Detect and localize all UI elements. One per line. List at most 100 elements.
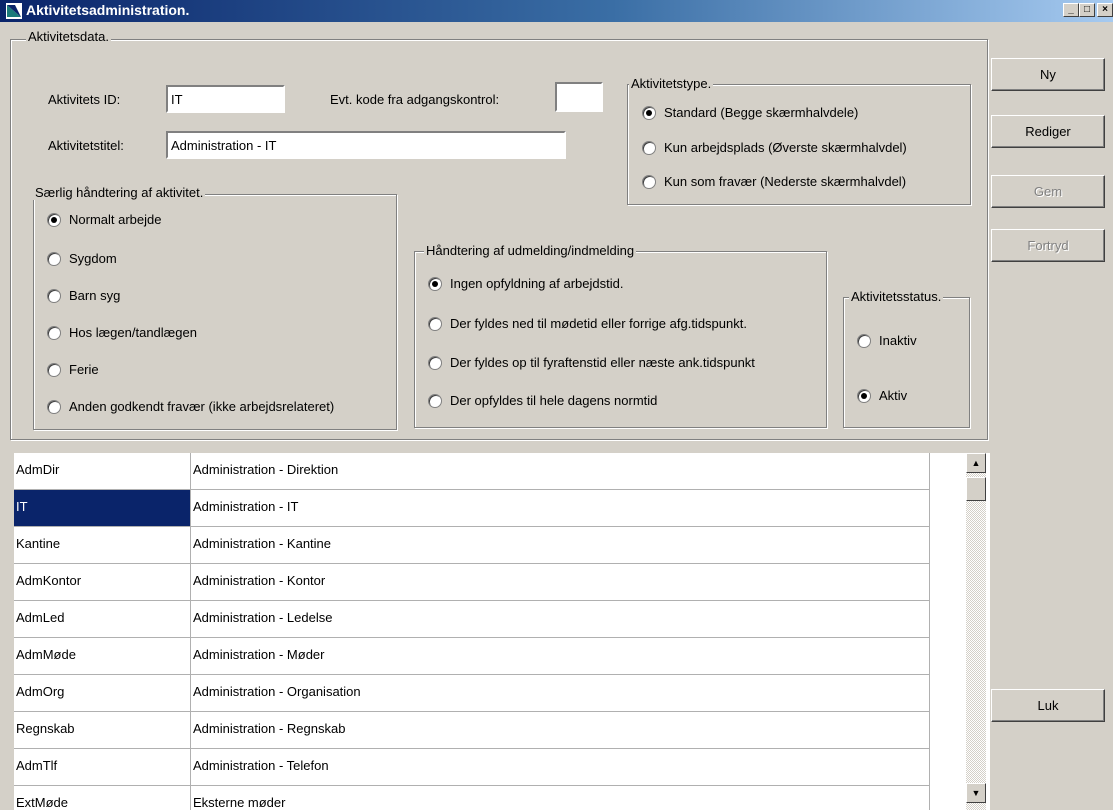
cell-code[interactable]: AdmTlf	[14, 749, 191, 786]
cell-code[interactable]: ExtMøde	[14, 786, 191, 810]
cell-title[interactable]: Administration - Direktion	[191, 453, 930, 490]
radio-indicator	[642, 174, 656, 189]
close-window-button[interactable]: ×	[1097, 3, 1113, 17]
title-bar: Aktivitetsadministration. _ □ ×	[0, 0, 1113, 22]
radio-indicator	[857, 388, 871, 403]
table-row[interactable]: AdmDir Administration - Direktion	[14, 453, 964, 490]
cell-title[interactable]: Administration - Kontor	[191, 564, 930, 601]
window-title: Aktivitetsadministration.	[26, 2, 190, 18]
radio-type-standard[interactable]: Standard (Begge skærmhalvdele)	[642, 105, 858, 120]
activity-status-legend: Aktivitetsstatus.	[849, 289, 944, 304]
radio-label: Kun arbejdsplads (Øverste skærmhalvdel)	[664, 140, 907, 155]
radio-status-inactive[interactable]: Inaktiv	[857, 333, 917, 348]
radio-label: Barn syg	[69, 288, 121, 303]
radio-indicator	[47, 288, 61, 303]
activity-type-legend: Aktivitetstype.	[629, 76, 714, 91]
radio-label: Sygdom	[69, 251, 117, 266]
table-row[interactable]: AdmLed Administration - Ledelse	[14, 601, 964, 638]
radio-label: Ingen opfyldning af arbejdstid.	[450, 276, 624, 291]
cell-code[interactable]: Kantine	[14, 527, 191, 564]
activity-title-label: Aktivitetstitel:	[48, 138, 124, 153]
radio-label: Hos lægen/tandlægen	[69, 325, 197, 340]
radio-type-workplace[interactable]: Kun arbejdsplads (Øverste skærmhalvdel)	[642, 140, 907, 155]
activity-grid[interactable]: AdmDir Administration - Direktion IT Adm…	[14, 453, 990, 810]
radio-indicator	[428, 355, 442, 370]
cell-code[interactable]: AdmKontor	[14, 564, 191, 601]
access-code-label: Evt. kode fra adgangskontrol:	[330, 92, 500, 107]
radio-type-absence[interactable]: Kun som fravær (Nederste skærmhalvdel)	[642, 174, 906, 189]
activity-title-input[interactable]	[166, 131, 566, 159]
radio-indicator	[428, 393, 442, 408]
table-row[interactable]: Kantine Administration - Kantine	[14, 527, 964, 564]
cell-title[interactable]: Administration - IT	[191, 490, 930, 527]
radio-label: Der fyldes op til fyraftenstid eller næs…	[450, 355, 755, 370]
cell-title[interactable]: Administration - Organisation	[191, 675, 930, 712]
cell-code[interactable]: AdmLed	[14, 601, 191, 638]
cell-code[interactable]: IT	[14, 490, 191, 527]
access-code-input[interactable]	[555, 82, 603, 112]
table-row[interactable]: ExtMøde Eksterne møder	[14, 786, 964, 810]
radio-label: Kun som fravær (Nederste skærmhalvdel)	[664, 174, 907, 189]
radio-label: Anden godkendt fravær (ikke arbejdsrelat…	[69, 399, 335, 414]
radio-status-active[interactable]: Aktiv	[857, 388, 907, 403]
radio-indicator	[47, 212, 61, 227]
radio-indicator	[857, 333, 871, 348]
scroll-down-icon[interactable]: ▼	[966, 783, 986, 803]
cell-title[interactable]: Administration - Regnskab	[191, 712, 930, 749]
radio-label: Normalt arbejde	[69, 212, 162, 227]
radio-no-fill[interactable]: Ingen opfyldning af arbejdstid.	[428, 276, 623, 291]
activity-data-legend: Aktivitetsdata.	[26, 29, 111, 44]
cell-code[interactable]: AdmOrg	[14, 675, 191, 712]
cancel-button[interactable]: Fortryd	[991, 229, 1105, 262]
scroll-thumb[interactable]	[966, 477, 986, 501]
radio-label: Aktiv	[879, 388, 908, 403]
edit-button[interactable]: Rediger	[991, 115, 1105, 148]
cell-title[interactable]: Administration - Telefon	[191, 749, 930, 786]
radio-indicator	[47, 399, 61, 414]
cell-code[interactable]: AdmDir	[14, 453, 191, 490]
radio-indicator	[47, 251, 61, 266]
special-handling-legend: Særlig håndtering af aktivitet.	[33, 185, 206, 200]
radio-fill-up[interactable]: Der fyldes op til fyraftenstid eller næs…	[428, 355, 755, 370]
cell-title[interactable]: Administration - Ledelse	[191, 601, 930, 638]
table-row[interactable]: AdmMøde Administration - Møder	[14, 638, 964, 675]
radio-label: Standard (Begge skærmhalvdele)	[664, 105, 859, 120]
table-row[interactable]: AdmKontor Administration - Kontor	[14, 564, 964, 601]
radio-label: Der fyldes ned til mødetid eller forrige…	[450, 316, 747, 331]
scroll-up-icon[interactable]: ▲	[966, 453, 986, 473]
close-button[interactable]: Luk	[991, 689, 1105, 722]
special-handling-group	[33, 194, 397, 430]
radio-doctor[interactable]: Hos lægen/tandlægen	[47, 325, 197, 340]
radio-holiday[interactable]: Ferie	[47, 362, 99, 377]
grid-scrollbar[interactable]: ▲ ▼	[966, 453, 986, 810]
cell-title[interactable]: Eksterne møder	[191, 786, 930, 810]
table-row[interactable]: Regnskab Administration - Regnskab	[14, 712, 964, 749]
cell-code[interactable]: Regnskab	[14, 712, 191, 749]
radio-other-absence[interactable]: Anden godkendt fravær (ikke arbejdsrelat…	[47, 399, 334, 414]
new-button[interactable]: Ny	[991, 58, 1105, 91]
radio-indicator	[47, 325, 61, 340]
save-button[interactable]: Gem	[991, 175, 1105, 208]
table-row[interactable]: IT Administration - IT	[14, 490, 964, 527]
activity-id-label: Aktivitets ID:	[48, 92, 121, 107]
minimize-button[interactable]: _	[1063, 3, 1079, 17]
radio-sickness[interactable]: Sygdom	[47, 251, 117, 266]
app-icon	[6, 3, 22, 19]
radio-indicator	[47, 362, 61, 377]
radio-label: Ferie	[69, 362, 99, 377]
cell-title[interactable]: Administration - Kantine	[191, 527, 930, 564]
maximize-button[interactable]: □	[1079, 3, 1095, 17]
radio-indicator	[642, 105, 656, 120]
radio-indicator	[642, 140, 656, 155]
radio-fill-down[interactable]: Der fyldes ned til mødetid eller forrige…	[428, 316, 747, 331]
activity-status-group	[843, 297, 970, 428]
table-row[interactable]: AdmOrg Administration - Organisation	[14, 675, 964, 712]
radio-fill-norm[interactable]: Der opfyldes til hele dagens normtid	[428, 393, 657, 408]
cell-title[interactable]: Administration - Møder	[191, 638, 930, 675]
activity-id-input[interactable]	[166, 85, 285, 113]
radio-indicator	[428, 316, 442, 331]
radio-child-sick[interactable]: Barn syg	[47, 288, 120, 303]
cell-code[interactable]: AdmMøde	[14, 638, 191, 675]
radio-normal-work[interactable]: Normalt arbejde	[47, 212, 162, 227]
table-row[interactable]: AdmTlf Administration - Telefon	[14, 749, 964, 786]
